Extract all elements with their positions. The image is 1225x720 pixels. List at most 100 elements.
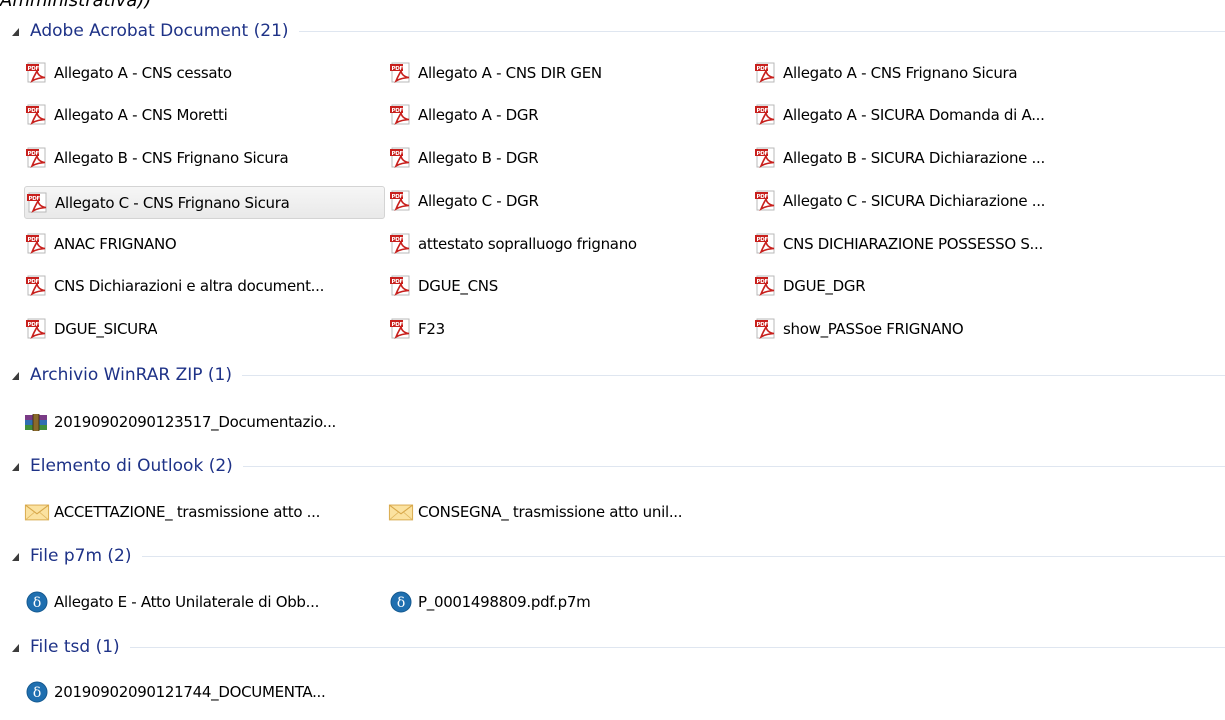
file-name: Allegato A - CNS Moretti [54, 106, 228, 124]
file-item-zip[interactable]: 20190902090123517_Documentazio... [24, 408, 384, 436]
file-name: Allegato A - CNS cessato [54, 64, 232, 82]
file-name: CONSEGNA_ trasmissione atto unil... [418, 503, 683, 521]
file-item-pdf[interactable]: PDF attestato sopralluogo frignano [388, 230, 748, 258]
file-item-pdf[interactable]: PDF F23 [388, 315, 748, 343]
group-header-zip[interactable]: Archivio WinRAR ZIP (1) [0, 362, 1225, 388]
file-name: show_PASSoe FRIGNANO [783, 320, 964, 338]
file-item-pdf-selected[interactable]: PDF Allegato C - CNS Frignano Sicura [24, 186, 385, 219]
file-item-pdf[interactable]: PDF Allegato A - CNS Moretti [24, 101, 384, 129]
pdf-icon: PDF [753, 317, 779, 341]
file-name: P_0001498809.pdf.p7m [418, 593, 591, 611]
file-name: attestato sopralluogo frignano [418, 235, 637, 253]
group-title: Archivio WinRAR ZIP (1) [30, 365, 232, 385]
collapse-triangle-icon[interactable] [11, 462, 21, 472]
group-divider [298, 30, 1225, 32]
file-name: CNS DICHIARAZIONE POSSESSO S... [783, 235, 1043, 253]
file-item-pdf[interactable]: PDF CNS Dichiarazioni e altra document... [24, 272, 384, 300]
group-header-outlook[interactable]: Elemento di Outlook (2) [0, 453, 1225, 479]
pdf-icon: PDF [388, 103, 414, 127]
pdf-icon: PDF [24, 317, 50, 341]
file-item-pdf[interactable]: PDF DGUE_DGR [753, 272, 1133, 300]
svg-text:δ: δ [397, 595, 405, 611]
collapse-triangle-icon[interactable] [11, 27, 21, 37]
file-item-pdf[interactable]: PDF Allegato B - CNS Frignano Sicura [24, 144, 384, 172]
file-name: DGUE_CNS [418, 277, 498, 295]
file-name: F23 [418, 320, 445, 338]
pdf-icon: PDF [388, 189, 414, 213]
group-header-tsd[interactable]: File tsd (1) [0, 634, 1225, 660]
pdf-icon: PDF [388, 61, 414, 85]
file-item-pdf[interactable]: PDF show_PASSoe FRIGNANO [753, 315, 1133, 343]
file-name: 20190902090121744_DOCUMENTA... [54, 683, 326, 701]
file-item-pdf[interactable]: PDF Allegato A - CNS DIR GEN [388, 59, 748, 87]
pdf-icon: PDF [753, 146, 779, 170]
file-item-pdf[interactable]: PDF CNS DICHIARAZIONE POSSESSO S... [753, 230, 1133, 258]
group-divider [241, 374, 1225, 376]
truncated-path-text: Amministrativa)) [0, 0, 152, 11]
file-item-outlook[interactable]: CONSEGNA_ trasmissione atto unil... [388, 498, 748, 526]
delta-signature-icon: δ [24, 590, 50, 614]
file-item-tsd[interactable]: δ 20190902090121744_DOCUMENTA... [24, 678, 384, 706]
file-item-pdf[interactable]: PDF DGUE_SICURA [24, 315, 384, 343]
group-divider [242, 465, 1225, 467]
file-name: DGUE_DGR [783, 277, 866, 295]
delta-signature-icon: δ [388, 590, 414, 614]
group-divider [129, 646, 1225, 648]
file-item-pdf[interactable]: PDF ANAC FRIGNANO [24, 230, 384, 258]
svg-text:δ: δ [33, 595, 41, 611]
pdf-icon: PDF [388, 146, 414, 170]
file-item-pdf[interactable]: PDF Allegato C - DGR [388, 187, 748, 215]
pdf-icon: PDF [24, 61, 50, 85]
envelope-icon [388, 500, 414, 524]
file-name: Allegato B - DGR [418, 149, 539, 167]
collapse-triangle-icon[interactable] [11, 371, 21, 381]
file-name: Allegato E - Atto Unilaterale di Obb... [54, 593, 320, 611]
group-title: File p7m (2) [30, 546, 132, 566]
pdf-icon: PDF [25, 191, 51, 215]
group-title: Elemento di Outlook (2) [30, 456, 233, 476]
group-header-pdf[interactable]: Adobe Acrobat Document (21) [0, 18, 1225, 44]
file-item-pdf[interactable]: PDF Allegato C - SICURA Dichiarazione ... [753, 187, 1133, 215]
group-divider [141, 555, 1225, 557]
pdf-icon: PDF [753, 189, 779, 213]
file-item-outlook[interactable]: ACCETTAZIONE_ trasmissione atto ... [24, 498, 384, 526]
file-name: Allegato A - DGR [418, 106, 539, 124]
pdf-icon: PDF [24, 232, 50, 256]
delta-signature-icon: δ [24, 680, 50, 704]
pdf-icon: PDF [388, 317, 414, 341]
envelope-icon [24, 500, 50, 524]
group-header-p7m[interactable]: File p7m (2) [0, 543, 1225, 569]
file-name: ANAC FRIGNANO [54, 235, 177, 253]
file-item-pdf[interactable]: PDF Allegato A - DGR [388, 101, 748, 129]
file-name: Allegato A - CNS DIR GEN [418, 64, 602, 82]
file-name: Allegato C - DGR [418, 192, 539, 210]
winrar-zip-icon [24, 410, 50, 434]
pdf-icon: PDF [753, 274, 779, 298]
file-item-pdf[interactable]: PDF Allegato B - DGR [388, 144, 748, 172]
pdf-icon: PDF [24, 103, 50, 127]
file-name: CNS Dichiarazioni e altra document... [54, 277, 325, 295]
group-title: Adobe Acrobat Document (21) [30, 21, 289, 41]
pdf-icon: PDF [24, 274, 50, 298]
pdf-icon: PDF [753, 103, 779, 127]
svg-text:δ: δ [33, 685, 41, 701]
file-name: ACCETTAZIONE_ trasmissione atto ... [54, 503, 321, 521]
file-item-pdf[interactable]: PDF Allegato A - CNS Frignano Sicura [753, 59, 1133, 87]
file-item-p7m[interactable]: δ P_0001498809.pdf.p7m [388, 588, 748, 616]
file-item-pdf[interactable]: PDF Allegato A - SICURA Domanda di A... [753, 101, 1133, 129]
file-name: Allegato B - SICURA Dichiarazione ... [783, 149, 1045, 167]
file-item-pdf[interactable]: PDF DGUE_CNS [388, 272, 748, 300]
file-item-p7m[interactable]: δ Allegato E - Atto Unilaterale di Obb... [24, 588, 384, 616]
file-item-pdf[interactable]: PDF Allegato A - CNS cessato [24, 59, 384, 87]
pdf-icon: PDF [388, 274, 414, 298]
file-name: Allegato A - SICURA Domanda di A... [783, 106, 1045, 124]
file-name: DGUE_SICURA [54, 320, 158, 338]
pdf-icon: PDF [388, 232, 414, 256]
collapse-triangle-icon[interactable] [11, 552, 21, 562]
file-name: Allegato C - CNS Frignano Sicura [55, 193, 290, 212]
file-name: Allegato C - SICURA Dichiarazione ... [783, 192, 1046, 210]
pdf-icon: PDF [753, 232, 779, 256]
file-item-pdf[interactable]: PDF Allegato B - SICURA Dichiarazione ... [753, 144, 1133, 172]
collapse-triangle-icon[interactable] [11, 643, 21, 653]
pdf-icon: PDF [24, 146, 50, 170]
